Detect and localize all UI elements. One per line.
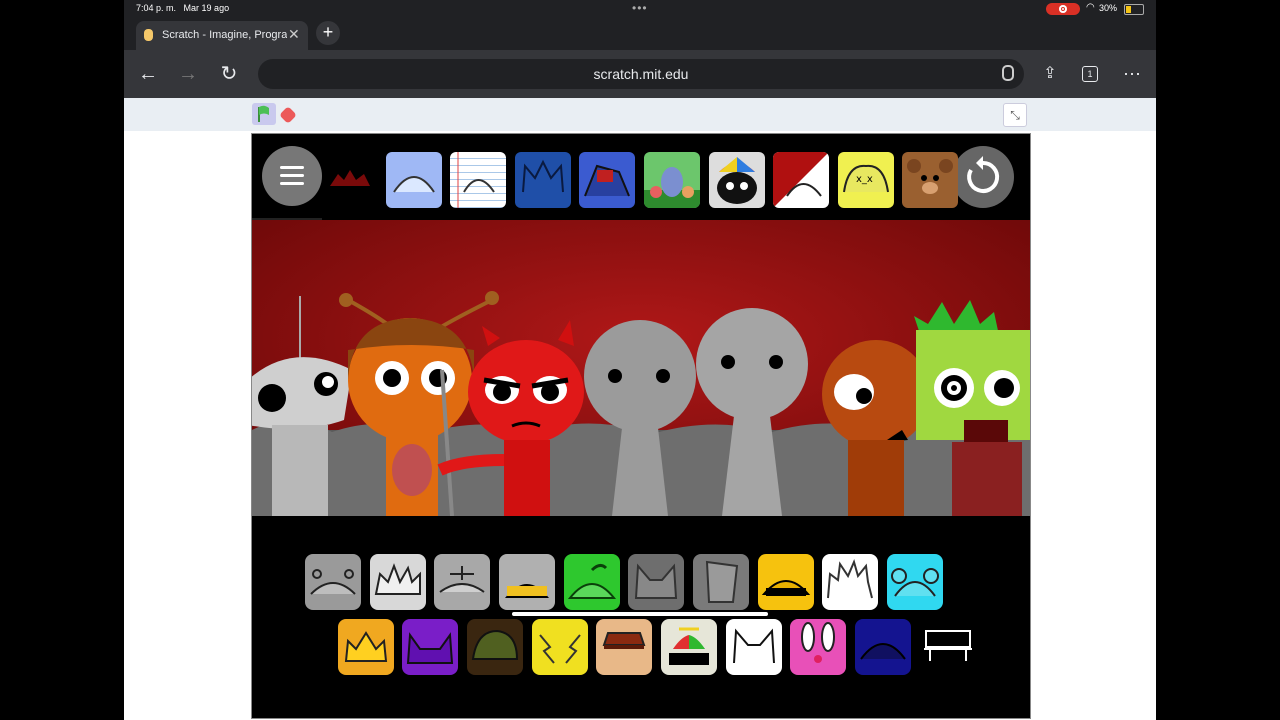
screen-recording-icon[interactable] bbox=[1046, 3, 1080, 15]
tab-title: Scratch - Imagine, Program, Share bbox=[162, 29, 287, 41]
head-tile-purple-horns[interactable] bbox=[402, 619, 458, 675]
head-tile-green-apple[interactable] bbox=[564, 554, 620, 610]
reload-icon[interactable]: ↻ bbox=[217, 62, 241, 86]
menu-button[interactable] bbox=[262, 146, 322, 206]
home-indicator bbox=[512, 612, 768, 616]
top-tile-brown-bear[interactable] bbox=[902, 152, 958, 208]
battery-percent: 30% bbox=[1099, 3, 1118, 13]
status-time: 7:04 p. m. Mar 19 ago bbox=[136, 3, 230, 13]
new-tab-button[interactable]: + bbox=[316, 21, 340, 45]
head-tile-black-band[interactable] bbox=[499, 554, 555, 610]
head-tile-dark-green-hair[interactable] bbox=[467, 619, 523, 675]
head-tile-gray-bucket[interactable] bbox=[693, 554, 749, 610]
top-tile-cat-cap[interactable] bbox=[709, 152, 765, 208]
red-splat-icon bbox=[330, 170, 370, 186]
status-bar: 7:04 p. m. Mar 19 ago ••• ◠ 30% bbox=[124, 0, 1156, 18]
head-tile-gray-cat[interactable] bbox=[628, 554, 684, 610]
head-tile-yellow-band[interactable] bbox=[758, 554, 814, 610]
head-tile-white-cat-ears[interactable] bbox=[726, 619, 782, 675]
top-tile-green-monsters[interactable] bbox=[644, 152, 700, 208]
stop-button[interactable] bbox=[279, 106, 297, 124]
top-tile-notebook[interactable] bbox=[450, 152, 506, 208]
stage[interactable]: x_x bbox=[251, 133, 1031, 719]
head-tile-yellow-lightning[interactable] bbox=[532, 619, 588, 675]
top-tile-yellow-frog[interactable]: x_x bbox=[838, 152, 894, 208]
head-tile-gray-antenna[interactable] bbox=[305, 554, 361, 610]
head-tile-white-spiky-hair[interactable] bbox=[822, 554, 878, 610]
green-flag-button[interactable] bbox=[252, 103, 276, 125]
wifi-icon: ◠ bbox=[1086, 2, 1095, 13]
battery-icon bbox=[1124, 4, 1144, 15]
tab-strip: Scratch - Imagine, Program, Share ✕ + bbox=[124, 18, 1156, 50]
ipad-screen: 7:04 p. m. Mar 19 ago ••• ◠ 30% Scratch … bbox=[124, 0, 1156, 720]
head-tile-white-spiky[interactable] bbox=[370, 554, 426, 610]
scratch-page: ⤡ x_x bbox=[124, 98, 1156, 720]
project-controls: ⤡ bbox=[124, 98, 1156, 131]
head-tile-pink-bunny[interactable] bbox=[790, 619, 846, 675]
top-tile-blue-crown[interactable] bbox=[515, 152, 571, 208]
top-tile-blue-red[interactable] bbox=[579, 152, 635, 208]
head-tile-navy-dome[interactable] bbox=[855, 619, 911, 675]
head-tile-cyan-ears[interactable] bbox=[887, 554, 943, 610]
head-tile-yellow-crown[interactable] bbox=[338, 619, 394, 675]
microphone-icon[interactable] bbox=[1002, 65, 1014, 81]
share-icon[interactable]: ⇪ bbox=[1038, 62, 1062, 86]
tab-count-button[interactable]: 1 bbox=[1082, 66, 1098, 82]
exit-fullscreen-icon[interactable]: ⤡ bbox=[1003, 103, 1027, 127]
back-arrow-icon[interactable]: ← bbox=[136, 62, 160, 86]
scene-area bbox=[252, 220, 1030, 517]
tab-scratch[interactable]: Scratch - Imagine, Program, Share ✕ bbox=[136, 21, 308, 50]
head-tile-tan-hat[interactable] bbox=[596, 619, 652, 675]
browser-toolbar: ← → ↻ scratch.mit.edu ⇪ 1 ⋯ bbox=[124, 50, 1156, 98]
top-tile-blue-ghost[interactable] bbox=[386, 152, 442, 208]
reset-button[interactable] bbox=[952, 146, 1014, 208]
top-tile-red-white[interactable] bbox=[773, 152, 829, 208]
head-tile-gray-plate[interactable] bbox=[434, 554, 490, 610]
url-text: scratch.mit.edu bbox=[593, 66, 689, 82]
head-tile-bench[interactable] bbox=[920, 619, 976, 675]
forward-arrow-icon[interactable]: → bbox=[176, 62, 200, 86]
address-bar[interactable]: scratch.mit.edu bbox=[258, 59, 1024, 89]
scratch-favicon-icon bbox=[144, 29, 153, 41]
multitasking-dots-icon[interactable]: ••• bbox=[632, 1, 648, 15]
more-menu-icon[interactable]: ⋯ bbox=[1120, 62, 1144, 86]
close-tab-icon[interactable]: ✕ bbox=[288, 26, 300, 43]
svg-text:x_x: x_x bbox=[856, 174, 873, 185]
head-tile-propeller-cap[interactable] bbox=[661, 619, 717, 675]
